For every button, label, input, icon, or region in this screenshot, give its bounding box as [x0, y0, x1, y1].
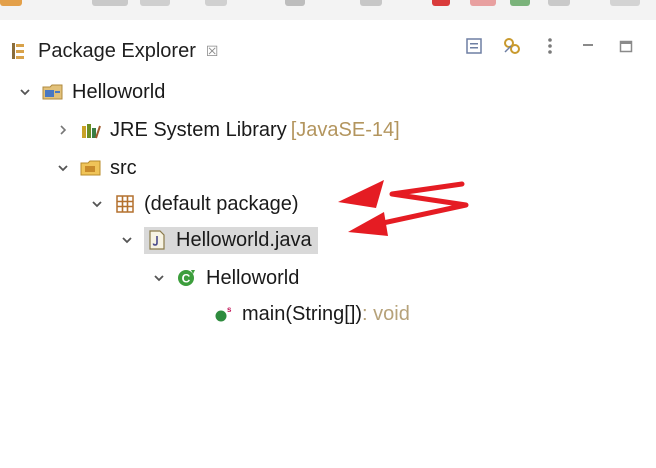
toolbar-icon[interactable] — [548, 0, 570, 6]
jre-version: [JavaSE-14] — [290, 118, 400, 141]
chevron-right-icon[interactable] — [54, 121, 72, 139]
annotation-arrowhead-file — [348, 212, 388, 236]
tree-item-default-package[interactable]: (default package) — [88, 186, 299, 222]
close-icon[interactable]: ☒ — [206, 43, 219, 60]
minimize-icon[interactable] — [576, 34, 600, 58]
tree-item-class[interactable]: C Helloworld — [150, 260, 299, 296]
annotation-arrowhead-package — [338, 180, 384, 208]
toolbar-icon[interactable] — [470, 0, 496, 6]
package-explorer-icon — [8, 40, 30, 62]
svg-text:s: s — [227, 305, 232, 314]
toolbar-icon[interactable] — [140, 0, 170, 6]
source-folder-icon — [80, 157, 102, 179]
selection-highlight[interactable]: Helloworld.java — [144, 226, 318, 254]
public-method-icon: s — [212, 303, 234, 325]
view-actions — [448, 34, 638, 58]
annotation-arrow-path — [371, 181, 469, 228]
toolbar-icon[interactable] — [92, 0, 128, 6]
library-icon — [80, 119, 102, 141]
java-file-label: Helloworld.java — [176, 228, 312, 251]
java-project-icon — [42, 81, 64, 103]
view-title: Package Explorer — [38, 39, 196, 62]
src-label: src — [110, 156, 137, 179]
view-menu-icon[interactable] — [538, 34, 562, 58]
class-icon: C — [176, 267, 198, 289]
toolbar-icon[interactable] — [432, 0, 450, 6]
tree-item-java-file[interactable]: Helloworld.java — [118, 222, 318, 258]
project-label: Helloworld — [72, 80, 166, 103]
tree-item-project[interactable]: Helloworld — [16, 74, 165, 110]
chevron-down-icon[interactable] — [118, 231, 136, 249]
svg-text:C: C — [182, 272, 191, 286]
toolbar-icon[interactable] — [360, 0, 382, 6]
class-label: Helloworld — [206, 266, 300, 289]
tree-item-jre-library[interactable]: JRE System Library [JavaSE-14] — [54, 112, 400, 148]
maximize-icon[interactable] — [614, 34, 638, 58]
chevron-down-icon[interactable] — [16, 83, 34, 101]
toolbar-icon[interactable] — [510, 0, 530, 6]
chevron-down-icon[interactable] — [54, 159, 72, 177]
chevron-down-icon[interactable] — [88, 195, 106, 213]
tree-item-src[interactable]: src — [54, 150, 137, 186]
method-return-type: : void — [362, 302, 410, 325]
main-toolbar — [0, 0, 656, 21]
toolbar-icon[interactable] — [205, 0, 227, 6]
package-icon — [114, 193, 136, 215]
jre-label: JRE System Library — [110, 118, 287, 141]
toolbar-icon[interactable] — [610, 0, 640, 6]
method-label: main(String[]) — [242, 302, 363, 325]
tree-item-method[interactable]: s main(String[]) : void — [212, 296, 410, 332]
collapse-all-icon[interactable] — [462, 34, 486, 58]
tab-package-explorer[interactable]: Package Explorer ☒ — [8, 36, 218, 66]
default-package-label: (default package) — [144, 192, 299, 215]
chevron-down-icon[interactable] — [150, 269, 168, 287]
java-file-icon — [146, 229, 168, 251]
package-explorer-window: Package Explorer ☒ Helloworld JRE System… — [0, 0, 656, 468]
link-with-editor-icon[interactable] — [500, 34, 524, 58]
toolbar-icon[interactable] — [285, 0, 305, 6]
toolbar-icon[interactable] — [0, 0, 22, 6]
view-header: Package Explorer ☒ — [0, 20, 656, 76]
